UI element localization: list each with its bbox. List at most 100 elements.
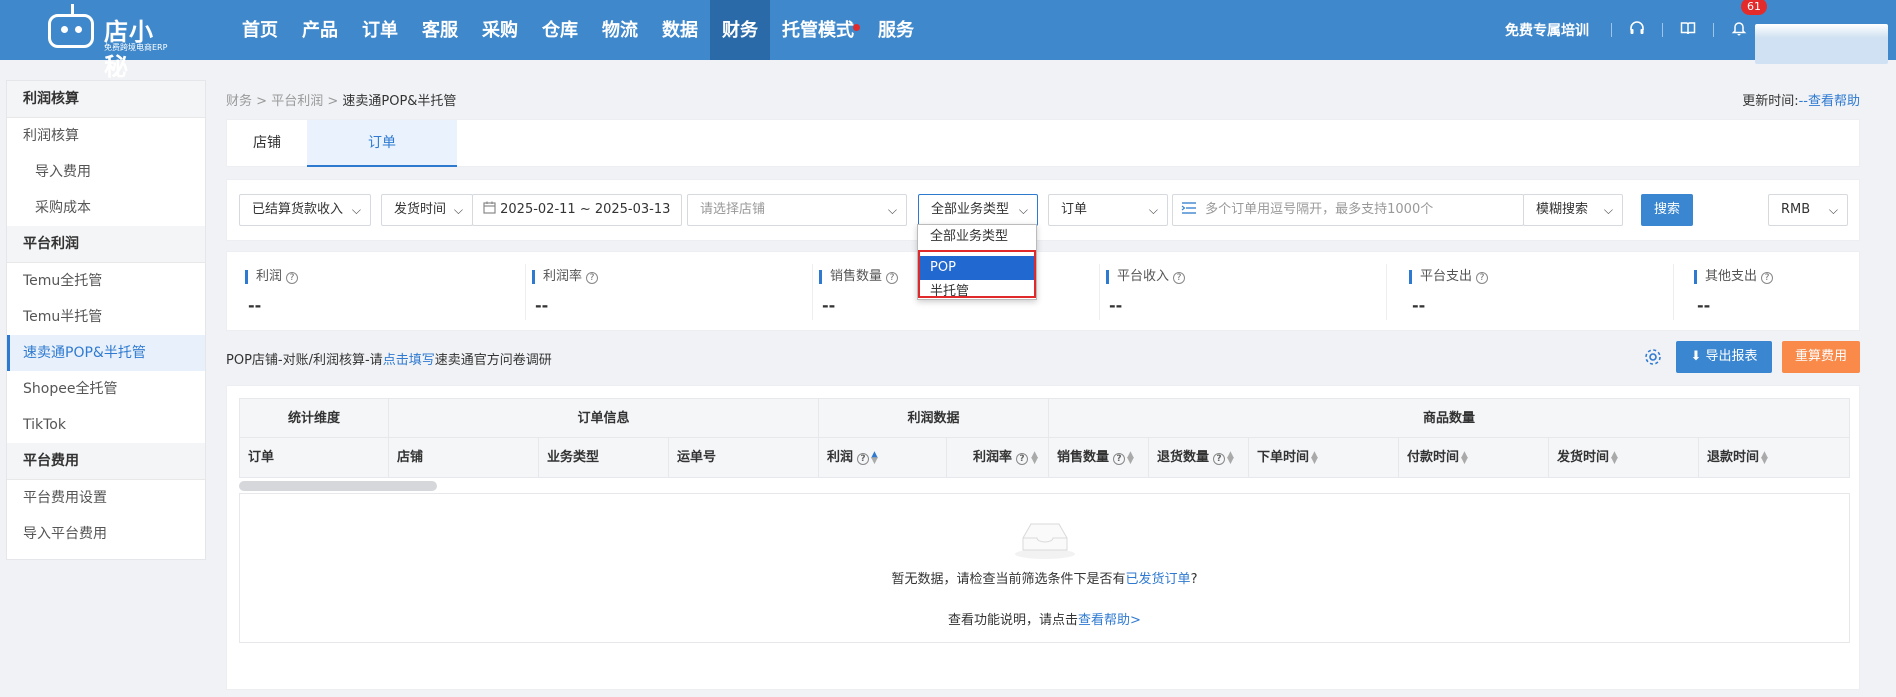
order-search-placeholder: 多个订单用逗号隔开，最多支持1000个 <box>1205 202 1434 217</box>
column-header-profit-rate[interactable]: 利润率? ▲ ▼ <box>947 438 1049 478</box>
help-icon[interactable]: ? <box>1113 453 1126 465</box>
nav-home[interactable]: 首页 <box>230 0 290 60</box>
sort-icon[interactable]: ▲ ▼ <box>1461 450 1469 465</box>
help-icon[interactable]: ? <box>857 453 870 465</box>
column-header-profit[interactable]: 利润? ▲ ▼ <box>819 438 947 478</box>
nav-customer-service[interactable]: 客服 <box>410 0 470 60</box>
sort-icon[interactable]: ▲ ▼ <box>871 450 879 465</box>
sidebar-item-tiktok[interactable]: TikTok <box>7 407 205 443</box>
empty-help-link[interactable]: 查看帮助> <box>1078 613 1141 628</box>
notice-survey-link[interactable]: 点击填写 <box>383 353 435 368</box>
search-type-select[interactable]: 订单 ⌵ <box>1048 194 1168 226</box>
sort-icon[interactable]: ▲ ▼ <box>1127 450 1135 465</box>
nav-logistics[interactable]: 物流 <box>590 0 650 60</box>
order-search-input[interactable]: 多个订单用逗号隔开，最多支持1000个 <box>1172 194 1524 226</box>
sidebar-item-temu-full[interactable]: Temu全托管 <box>7 263 205 299</box>
stat-platform-income: 平台收入? -- <box>1106 270 1393 318</box>
help-icon[interactable]: ? <box>1173 272 1186 284</box>
nav-orders[interactable]: 订单 <box>350 0 410 60</box>
chevron-down-icon: ⌵ <box>1148 203 1158 217</box>
sidebar-item-purchase-cost[interactable]: 采购成本 <box>7 190 205 226</box>
headset-icon[interactable] <box>1612 20 1662 40</box>
option-all-business-types[interactable]: 全部业务类型 <box>918 225 1036 249</box>
update-time-label: 更新时间: <box>1742 94 1799 109</box>
gear-icon[interactable] <box>1643 347 1663 367</box>
nav-finance[interactable]: 财务 <box>710 0 770 60</box>
stat-other-expense-label: 其他支出? <box>1694 270 1896 284</box>
chevron-down-icon: ⌵ <box>1018 203 1028 217</box>
help-icon[interactable]: ? <box>586 272 599 284</box>
breadcrumb-current: 速卖通POP&半托管 <box>342 94 457 109</box>
sort-icon[interactable]: ▲ ▼ <box>1227 450 1235 465</box>
sort-icon[interactable]: ▲ ▼ <box>1311 450 1319 465</box>
stat-platform-income-value: -- <box>1109 296 1123 315</box>
sort-icon[interactable]: ▲ ▼ <box>1611 450 1619 465</box>
nav-products[interactable]: 产品 <box>290 0 350 60</box>
column-header-payment-time[interactable]: 付款时间 ▲ ▼ <box>1399 438 1549 478</box>
empty-help: 查看功能说明，请点击查看帮助> <box>240 609 1849 628</box>
sidebar-item-shopee[interactable]: Shopee全托管 <box>7 371 205 407</box>
column-header-sales-qty[interactable]: 销售数量? ▲ ▼ <box>1049 438 1149 478</box>
empty-state: 暂无数据，请检查当前筛选条件下是否有已发货订单? 查看功能说明，请点击查看帮助> <box>239 493 1850 643</box>
empty-message: 暂无数据，请检查当前筛选条件下是否有已发货订单? <box>240 568 1849 587</box>
nav-warehouse[interactable]: 仓库 <box>530 0 590 60</box>
column-header-return-qty[interactable]: 退货数量? ▲ ▼ <box>1149 438 1249 478</box>
view-help-link[interactable]: 查看帮助 <box>1808 94 1860 109</box>
stat-platform-expense: 平台支出? -- <box>1409 270 1696 318</box>
business-type-select[interactable]: 全部业务类型 ⌵ <box>918 194 1038 226</box>
column-header-refund-time[interactable]: 退款时间 ▲ ▼ <box>1699 438 1850 478</box>
list-icon <box>1181 202 1196 214</box>
sidebar-item-import-platform-fees[interactable]: 导入平台费用 <box>7 516 205 552</box>
column-header-order-time[interactable]: 下单时间 ▲ ▼ <box>1249 438 1399 478</box>
shop-select[interactable]: 请选择店铺 ⌵ <box>687 194 907 226</box>
breadcrumb-finance[interactable]: 财务 <box>226 94 252 109</box>
horizontal-scrollbar[interactable] <box>239 481 437 491</box>
sidebar-item-aliexpress[interactable]: 速卖通POP&半托管 <box>7 335 205 371</box>
logo[interactable]: 店小秘 免费跨境电商ERP <box>48 4 178 81</box>
sort-icon[interactable]: ▲ ▼ <box>1761 450 1769 465</box>
group-header-profit-data: 利润数据 <box>819 398 1049 438</box>
shipped-orders-link[interactable]: 已发货订单 <box>1126 572 1191 587</box>
export-report-button[interactable]: ⬇ 导出报表 <box>1676 341 1772 373</box>
nav-data[interactable]: 数据 <box>650 0 710 60</box>
sidebar-item-fee-settings[interactable]: 平台费用设置 <box>7 480 205 516</box>
chevron-down-icon: ⌵ <box>887 203 897 217</box>
help-icon[interactable]: ? <box>886 272 899 284</box>
help-icon[interactable]: ? <box>1476 272 1489 284</box>
divider <box>525 264 526 320</box>
sort-icon[interactable]: ▲ ▼ <box>1030 450 1038 465</box>
help-icon[interactable]: ? <box>286 272 299 284</box>
time-type-select[interactable]: 发货时间 ⌵ <box>381 194 473 226</box>
help-icon[interactable]: ? <box>1761 272 1774 284</box>
robot-logo-icon <box>48 4 94 48</box>
recalculate-fees-button[interactable]: 重算费用 <box>1782 341 1860 373</box>
column-header-business-type: 业务类型 <box>539 438 669 478</box>
nav-purchasing[interactable]: 采购 <box>470 0 530 60</box>
sidebar-item-temu-semi[interactable]: Temu半托管 <box>7 299 205 335</box>
sidebar-item-import-fees[interactable]: 导入费用 <box>7 154 205 190</box>
tab-order[interactable]: 订单 <box>307 120 457 167</box>
breadcrumb-platform-profit[interactable]: 平台利润 <box>271 94 323 109</box>
column-header-ship-time[interactable]: 发货时间 ▲ ▼ <box>1549 438 1699 478</box>
currency-select[interactable]: RMB ⌵ <box>1768 194 1848 226</box>
search-button[interactable]: 搜索 <box>1641 194 1693 226</box>
empty-message-pre: 暂无数据，请检查当前筛选条件下是否有 <box>891 572 1126 587</box>
sidebar-group-platform-fees: 平台费用 <box>7 443 205 480</box>
logo-subtitle: 免费跨境电商ERP <box>104 43 168 52</box>
match-mode-select[interactable]: 模糊搜索 ⌵ <box>1523 194 1623 226</box>
search-type-value: 订单 <box>1061 202 1088 217</box>
stat-profit-rate-value: -- <box>535 296 549 315</box>
date-range-picker[interactable]: 2025-02-11 ~ 2025-03-13 <box>472 194 682 226</box>
nav-services[interactable]: 服务 <box>866 0 926 60</box>
help-icon[interactable]: ? <box>1213 453 1226 465</box>
user-account-menu[interactable] <box>1755 24 1888 64</box>
income-type-select[interactable]: 已结算货款收入 ⌵ <box>239 194 371 226</box>
help-icon[interactable]: ? <box>1016 453 1028 465</box>
book-icon[interactable] <box>1663 20 1713 40</box>
tab-shop[interactable]: 店铺 <box>227 120 307 167</box>
stat-profit-rate: 利润率? -- <box>532 270 819 318</box>
shop-select-placeholder: 请选择店铺 <box>700 202 766 217</box>
free-training-link[interactable]: 免费专属培训 <box>1505 20 1589 40</box>
nav-managed-mode[interactable]: 托管模式 <box>770 0 866 60</box>
sidebar-item-profit-accounting[interactable]: 利润核算 <box>7 118 205 154</box>
